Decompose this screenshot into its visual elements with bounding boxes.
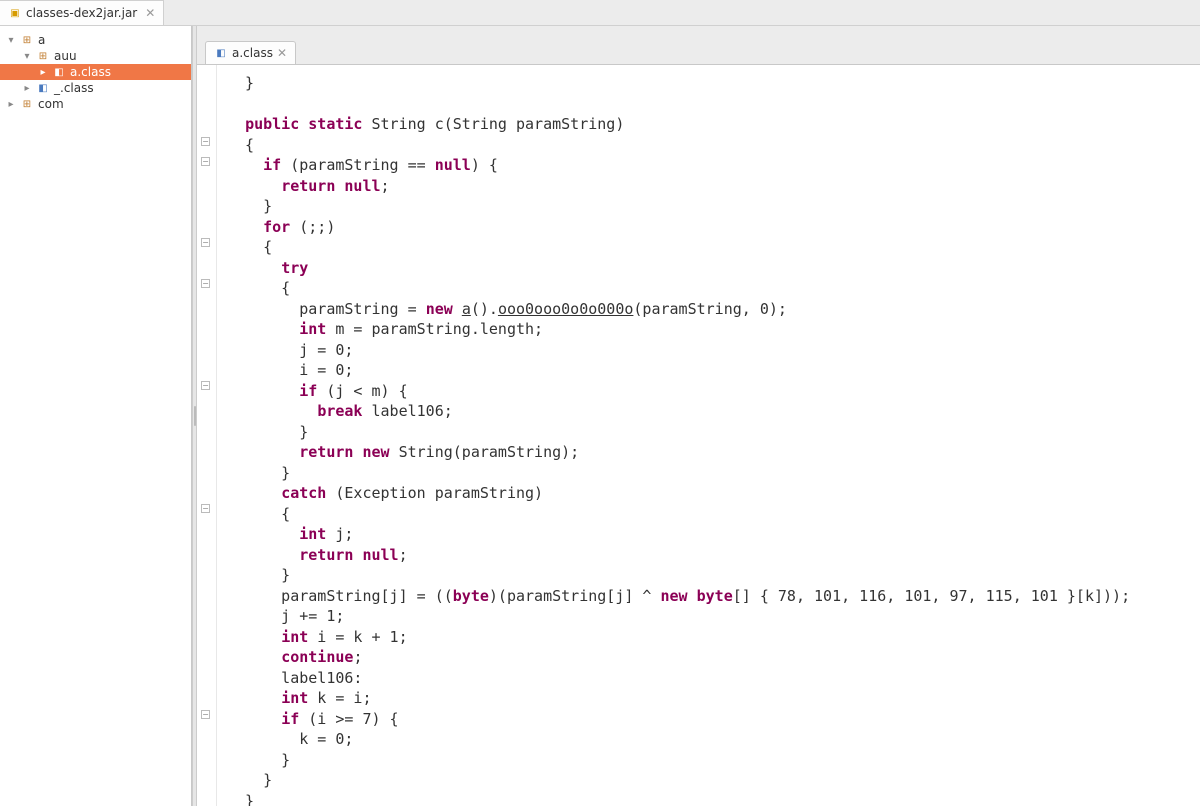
close-icon[interactable]: ✕ [145, 6, 155, 20]
fold-gutter[interactable]: − − − − − − − [197, 65, 217, 806]
expand-icon[interactable]: ▸ [6, 99, 16, 110]
tree-node-auu[interactable]: ▾ ⊞ auu [0, 48, 191, 64]
fold-toggle-icon[interactable]: − [201, 279, 210, 288]
editor-tab[interactable]: ◧ a.class ✕ [205, 41, 296, 64]
tree-node-a-class[interactable]: ▸ ◧ a.class [0, 64, 191, 80]
tree-label: auu [54, 49, 77, 63]
tree-node-com[interactable]: ▸ ⊞ com [0, 96, 191, 112]
tree-label: _.class [54, 81, 94, 95]
package-icon: ⊞ [36, 49, 50, 63]
class-icon: ◧ [52, 65, 66, 79]
fold-toggle-icon[interactable]: − [201, 157, 210, 166]
main-area: ▾ ⊞ a ▾ ⊞ auu ▸ ◧ a.class ▸ ◧ _.class ▸ … [0, 26, 1200, 806]
project-tab-bar: ▣ classes-dex2jar.jar ✕ [0, 0, 1200, 26]
tree-node-a[interactable]: ▾ ⊞ a [0, 32, 191, 48]
fold-toggle-icon[interactable]: − [201, 504, 210, 513]
tree-node-underscore-class[interactable]: ▸ ◧ _.class [0, 80, 191, 96]
close-icon[interactable]: ✕ [277, 46, 287, 60]
project-tab[interactable]: ▣ classes-dex2jar.jar ✕ [0, 0, 164, 25]
class-icon: ◧ [36, 81, 50, 95]
class-icon: ◧ [214, 46, 228, 60]
package-icon: ⊞ [20, 97, 34, 111]
fold-toggle-icon[interactable]: − [201, 238, 210, 247]
package-icon: ⊞ [20, 33, 34, 47]
tree-label: a.class [70, 65, 111, 79]
tree-label: com [38, 97, 64, 111]
editor-tab-bar: ◧ a.class ✕ [197, 34, 1200, 64]
jar-icon: ▣ [8, 6, 22, 20]
fold-toggle-icon[interactable]: − [201, 137, 210, 146]
expand-icon[interactable]: ▸ [22, 83, 32, 94]
tree-label: a [38, 33, 45, 47]
project-tab-label: classes-dex2jar.jar [26, 6, 137, 20]
code-view[interactable]: } public static String c(String paramStr… [217, 65, 1200, 806]
expand-icon[interactable]: ▾ [22, 51, 32, 62]
expand-icon[interactable]: ▾ [6, 35, 16, 46]
fold-toggle-icon[interactable]: − [201, 710, 210, 719]
editor-area: ◧ a.class ✕ − − − − − − − } public static Stri… [197, 26, 1200, 806]
expand-icon[interactable]: ▸ [38, 67, 48, 78]
editor[interactable]: − − − − − − − } public static String c(String … [197, 64, 1200, 806]
package-explorer[interactable]: ▾ ⊞ a ▾ ⊞ auu ▸ ◧ a.class ▸ ◧ _.class ▸ … [0, 26, 192, 806]
editor-tab-label: a.class [232, 46, 273, 60]
fold-toggle-icon[interactable]: − [201, 381, 210, 390]
